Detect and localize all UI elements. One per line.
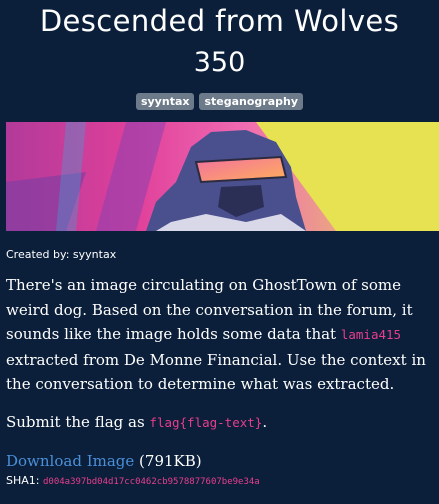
download-row: Download Image (791KB) [6, 451, 202, 471]
submit-suffix: . [262, 413, 268, 431]
submit-prefix: Submit the flag as [6, 413, 150, 431]
dog-sunglasses [194, 155, 288, 184]
challenge-points: 350 [193, 47, 246, 78]
description-text-2: extracted from De Monne Financial. Use t… [6, 350, 426, 394]
challenge-banner-image [6, 122, 439, 231]
submit-instructions: Submit the flag as flag{flag-text}. [6, 410, 434, 435]
tag-author[interactable]: syyntax [135, 93, 195, 110]
challenge-description: There's an image circulating on GhostTow… [6, 273, 434, 397]
flag-format-code: flag{flag-text} [149, 415, 263, 430]
download-image-link[interactable]: Download Image [6, 452, 134, 470]
created-by: Created by: syyntax [6, 248, 117, 261]
username-code: lamia415 [340, 327, 402, 342]
challenge-title: Descended from Wolves [39, 4, 400, 38]
tag-category[interactable]: steganography [199, 93, 304, 110]
sha1-label: SHA1: [6, 474, 43, 487]
tag-list: syyntax steganography [0, 93, 439, 110]
sha1-row: SHA1: d004a397bd04d17cc0462cb9578877607b… [6, 474, 260, 489]
sha1-value: d004a397bd04d17cc0462cb9578877607be9e34a [42, 477, 260, 487]
download-size: (791KB) [134, 452, 202, 470]
